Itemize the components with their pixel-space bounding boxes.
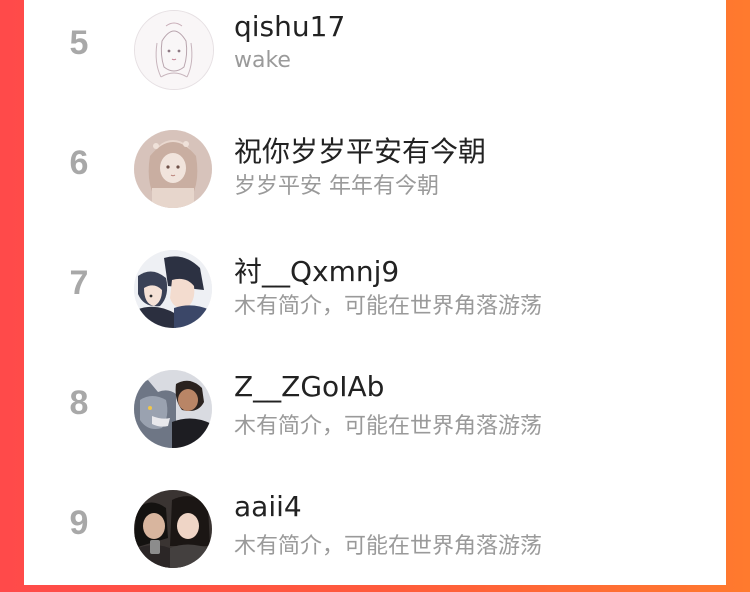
ranking-row[interactable]: 8 Z__ZGoIAb 木有简介，可能在世界角落游荡 xyxy=(24,362,726,472)
user-name[interactable]: qishu17 xyxy=(234,10,345,43)
rank-number: 7 xyxy=(69,264,89,302)
user-name[interactable]: 祝你岁岁平安有今朝 xyxy=(234,130,486,170)
user-bio: 木有简介，可能在世界角落游荡 xyxy=(234,294,543,319)
sepia-girl-avatar[interactable] xyxy=(134,130,212,208)
rank-number: 9 xyxy=(69,504,89,542)
ranking-row[interactable]: 6 祝你岁岁平安有今朝 岁岁平安 年年有今朝 xyxy=(24,122,726,232)
user-bio: 木有简介，可能在世界角落游荡 xyxy=(234,414,543,439)
photo-couple-avatar[interactable] xyxy=(134,490,212,568)
ranking-row[interactable]: 7 衬__Qxmnj9 木有简介，可能在世界角落游荡 xyxy=(24,242,726,352)
line-drawing-girl-avatar[interactable] xyxy=(134,10,214,90)
rank-number: 5 xyxy=(69,24,89,62)
user-name[interactable]: aaii4 xyxy=(234,490,302,523)
anime-couple-avatar[interactable] xyxy=(134,250,212,328)
rank-number: 8 xyxy=(69,384,89,422)
rank-number: 6 xyxy=(69,144,89,182)
user-bio: 岁岁平安 年年有今朝 xyxy=(234,174,439,199)
ranking-row[interactable]: 9 aaii4 木有简介，可能在世界角落游荡 xyxy=(24,482,726,592)
user-name[interactable]: Z__ZGoIAb xyxy=(234,370,384,403)
ranking-list-card: 5 qishu17 wake 6 祝你岁岁平安有今朝 岁岁平安 年年有今朝 7 … xyxy=(24,0,726,585)
wolf-man-avatar[interactable] xyxy=(134,370,212,448)
user-name[interactable]: 衬__Qxmnj9 xyxy=(234,250,399,290)
ranking-row[interactable]: 5 qishu17 wake xyxy=(24,2,726,112)
user-bio: wake xyxy=(234,48,291,73)
user-bio: 木有简介，可能在世界角落游荡 xyxy=(234,534,543,559)
